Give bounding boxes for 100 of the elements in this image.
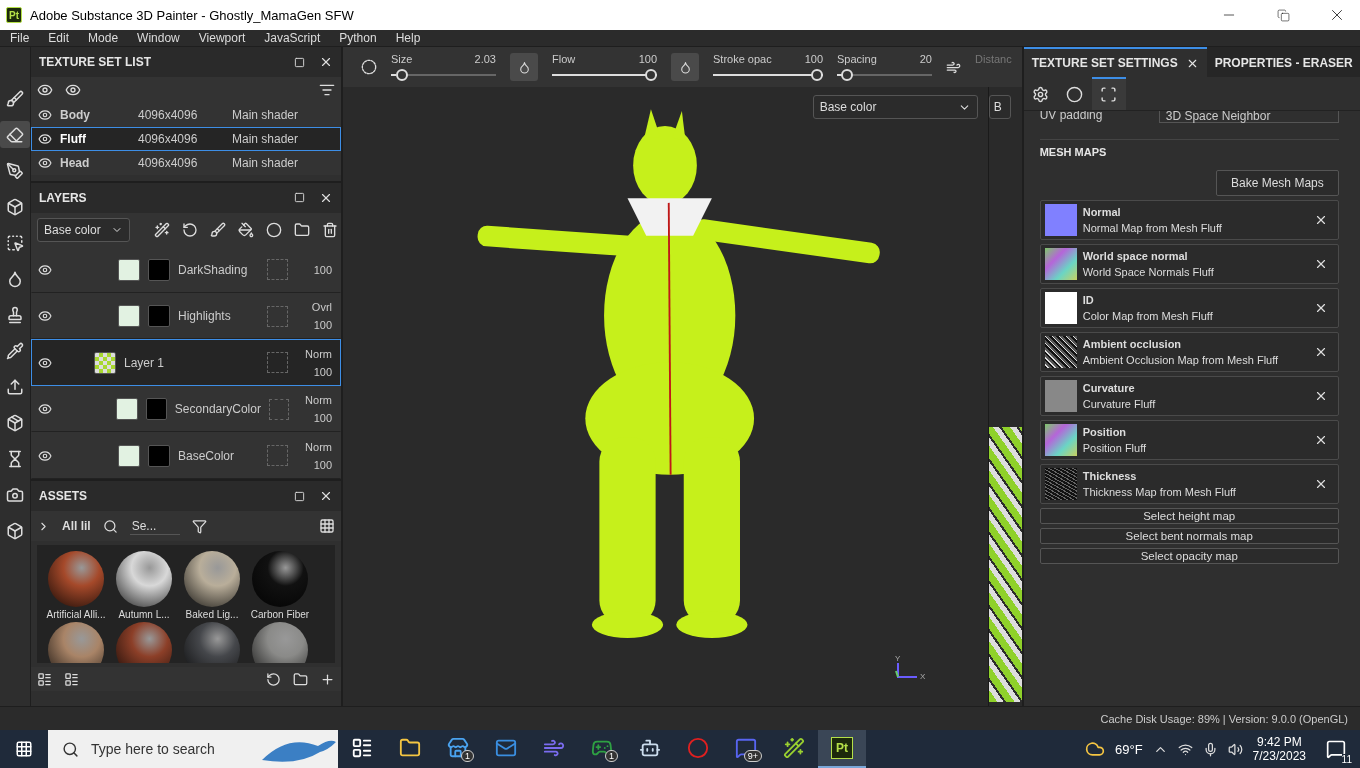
float-icon[interactable] [294,490,305,502]
menu-item[interactable]: Viewport [192,31,259,45]
slider-value: 20 [919,53,932,65]
blend-mode[interactable]: Norm [305,347,332,360]
material-sphere[interactable] [48,622,104,663]
material-sphere[interactable] [252,622,308,663]
wifi-icon[interactable] [1177,741,1193,757]
slider-thumb[interactable] [841,69,854,81]
eye-icon[interactable] [37,82,53,98]
bake-mesh-maps-button[interactable]: Bake Mesh Maps [1216,170,1339,196]
effect-wand-icon[interactable] [153,221,170,238]
layer-row[interactable]: SecondaryColor Norm 100 [31,385,341,433]
add-icon[interactable] [320,671,335,687]
map-source[interactable]: Ambient Occlusion Map from Mesh Fluff [1082,354,1308,366]
select-map-button[interactable]: Select bent normals map [1039,528,1339,544]
layer-opacity[interactable]: 100 [313,412,332,425]
select-map-button[interactable]: Select opacity map [1039,548,1339,564]
brush-icon[interactable] [209,221,226,238]
volume-icon[interactable] [1227,741,1243,757]
layer-opacity[interactable]: 100 [313,263,332,276]
library-label[interactable]: All lil [62,519,91,533]
layer-row[interactable]: BaseColor Norm 100 [31,432,341,479]
blend-mode[interactable]: Norm [305,440,332,453]
weather-temperature[interactable]: 69°F [1115,741,1143,757]
grid-view-icon[interactable] [319,518,335,534]
menu-item[interactable]: Window [131,31,193,45]
slider-thumb[interactable] [811,69,823,81]
map-source[interactable]: Normal Map from Mesh Fluff [1082,222,1308,234]
texture-set-row[interactable]: Head 4096x4096 Main shader [31,151,341,175]
refresh-icon[interactable] [266,671,281,687]
map-source[interactable]: Curvature Fluff [1082,398,1308,410]
fill-bucket-icon[interactable] [237,221,254,238]
layer-opacity[interactable]: 100 [313,319,332,332]
taskbar-button[interactable]: Pt [818,730,866,768]
clock-date[interactable]: 7/23/2023 [1252,749,1306,763]
clock-time[interactable]: 9:42 PM [1256,735,1302,749]
layer-row[interactable]: Highlights Ovrl 100 [31,292,341,340]
material-sphere[interactable] [116,622,172,663]
channel-dropdown[interactable]: B [988,95,1011,119]
material-sphere[interactable] [184,622,240,663]
search-field[interactable]: Type here to search [89,740,239,758]
material-sphere[interactable] [48,551,104,607]
texture-set-row[interactable]: Fluff 4096x4096 Main shader [31,127,341,151]
map-source[interactable]: Color Map from Mesh Fluff [1082,310,1308,322]
float-icon[interactable] [294,192,305,204]
slider-thumb[interactable] [645,69,657,81]
channel-dropdown[interactable]: Base color [812,95,978,119]
texture-set-row[interactable]: Body 4096x4096 Main shader [31,103,341,127]
eye-icon[interactable] [38,262,52,277]
menu-item[interactable]: File [4,31,43,45]
select-map-button[interactable]: Select height map [1039,508,1339,524]
blend-mode[interactable]: Norm [305,394,332,407]
channel-dropdown[interactable]: Base color [37,217,130,242]
eye-icon[interactable] [38,309,52,324]
close-icon[interactable] [319,489,333,503]
uv-padding-dropdown[interactable]: 3D Space Neighbor [1158,111,1339,123]
layer-opacity[interactable]: 100 [313,365,332,378]
taskbar-button[interactable]: 1 [434,730,482,768]
eye-icon[interactable] [38,156,52,170]
map-source[interactable]: World Space Normals Fluff [1082,266,1308,278]
map-source[interactable]: Thickness Map from Mesh Fluff [1082,486,1308,498]
layer-opacity[interactable]: 100 [313,458,332,471]
menu-item[interactable]: Help [389,31,434,45]
material-sphere[interactable] [184,551,240,607]
slider-thumb[interactable] [395,69,408,81]
float-icon[interactable] [294,56,305,68]
notification-button[interactable]: 11 [1316,730,1356,768]
eye-icon[interactable] [38,108,52,122]
eye-icon[interactable] [65,82,81,98]
slider-label: Stroke opac [713,53,772,65]
material-sphere[interactable] [252,551,308,607]
layer-row[interactable]: Layer 1 Norm 100 [31,339,341,386]
new-folder-icon[interactable] [293,671,308,687]
menu-item[interactable]: Edit [42,31,83,45]
menu-item[interactable]: JavaScript [258,31,334,45]
taskbar-search-bar[interactable]: Type here to search [48,730,338,768]
blend-mode[interactable]: Ovrl [311,301,332,314]
close-icon[interactable] [319,55,333,69]
eye-icon[interactable] [38,448,52,463]
folder-icon[interactable] [293,221,310,238]
panel-tab[interactable]: TEXTURE SET SETTINGS [1023,47,1207,77]
brush-shape-icon[interactable] [361,59,377,75]
filter-icon[interactable] [191,518,207,534]
microphone-icon[interactable] [1202,741,1218,757]
menu-item[interactable]: Python [333,31,390,45]
eye-icon[interactable] [38,355,52,370]
eye-icon[interactable] [38,402,52,417]
list-menu-icon[interactable] [319,82,335,98]
weather-icon[interactable] [1085,739,1105,759]
trash-icon[interactable] [321,221,338,238]
taskbar-button[interactable]: 9+ [722,730,770,768]
layer-row[interactable]: DarkShading 100 [31,246,341,293]
restore-icon[interactable] [1276,8,1290,22]
eraser-tool-icon[interactable] [0,121,30,148]
map-source[interactable]: Position Fluff [1082,442,1308,454]
material-sphere[interactable] [116,551,172,607]
eye-icon[interactable] [38,132,52,146]
menu-item[interactable]: Mode [82,31,132,45]
taskbar-button[interactable]: 1 [578,730,626,768]
search-field[interactable]: Se... [129,517,180,535]
